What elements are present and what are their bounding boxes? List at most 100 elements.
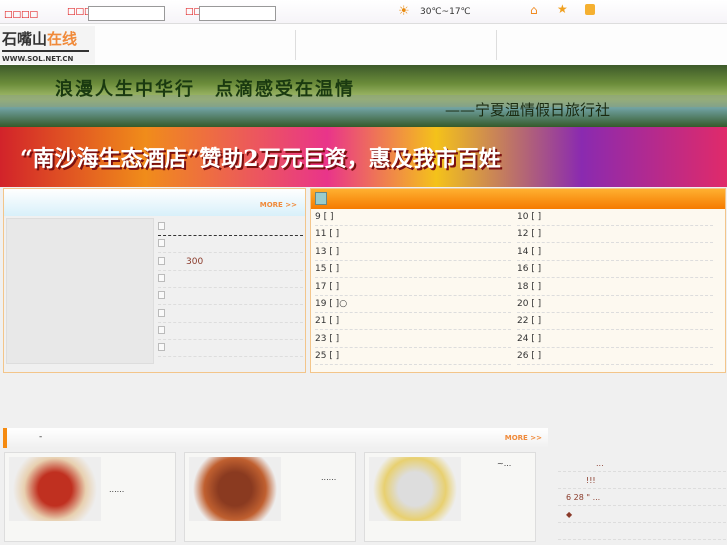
food-image[interactable] bbox=[9, 457, 101, 521]
item-text: 6 28 " ... bbox=[566, 493, 601, 502]
bullet-icon bbox=[158, 256, 165, 265]
side-list-item[interactable]: !!! bbox=[558, 472, 726, 489]
travel-banner[interactable]: 浪漫人生中华行 点滴感受在温情 ——宁夏温情假日旅行社 bbox=[0, 65, 727, 127]
food-card[interactable]: ...... bbox=[4, 452, 176, 542]
list-item[interactable] bbox=[158, 236, 303, 254]
item-text: 18 [ ] bbox=[517, 281, 542, 292]
search-input-2[interactable] bbox=[199, 6, 276, 21]
food-card[interactable]: ...... bbox=[184, 452, 356, 542]
bullet-icon bbox=[158, 291, 165, 300]
panel-header bbox=[311, 189, 725, 209]
home-icon[interactable]: ⌂ bbox=[530, 3, 538, 17]
bullet-icon bbox=[158, 239, 165, 248]
item-text: ◆ bbox=[566, 510, 573, 519]
notepad-icon bbox=[315, 192, 327, 205]
item-text: 15 [ ] bbox=[315, 264, 340, 275]
item-text: 22 [ ] bbox=[517, 316, 542, 327]
list-item[interactable]: 26 [ ] bbox=[517, 348, 713, 366]
logo-name-accent: 在线 bbox=[47, 30, 78, 48]
logo-name: 石嘴山 bbox=[2, 30, 48, 48]
list-item[interactable] bbox=[158, 271, 303, 288]
food-caption: ...... bbox=[109, 485, 125, 494]
list-item[interactable]: 15 [ ] bbox=[315, 261, 511, 279]
food-card[interactable]: ~... bbox=[364, 452, 536, 542]
panel-header: MORE >> bbox=[4, 189, 305, 216]
list-item[interactable]: 23 [ ] bbox=[315, 331, 511, 348]
logo-bar: 石嘴山在线 WWW.SOL.NET.CN bbox=[0, 24, 727, 65]
site-logo[interactable]: 石嘴山在线 WWW.SOL.NET.CN bbox=[0, 26, 95, 64]
list-item[interactable]: 18 [ ] bbox=[517, 279, 713, 296]
banner-subline: ——宁夏温情假日旅行社 bbox=[445, 101, 611, 119]
list-item[interactable]: 14 [ ] bbox=[517, 244, 713, 261]
list-item[interactable]: 24 [ ] bbox=[517, 331, 713, 348]
section-title: - bbox=[39, 432, 43, 442]
list-item[interactable]: 21 [ ] bbox=[315, 313, 511, 331]
image-placeholder bbox=[6, 218, 154, 364]
item-text: 13 [ ] bbox=[315, 246, 340, 257]
bullet-icon bbox=[158, 222, 165, 230]
weather-text: 30℃~17℃ bbox=[420, 7, 471, 17]
right-news-panel: 9 [ ] 10 [ ] 11 [ ] 12 [ ] 13 [ ] 14 [ ] 15 [ … bbox=[310, 188, 726, 373]
list-item[interactable]: 16 [ ] bbox=[517, 261, 713, 279]
list-item[interactable]: 13 [ ] bbox=[315, 244, 511, 261]
list-item[interactable] bbox=[158, 323, 303, 340]
item-text: 25 [ ] bbox=[315, 351, 340, 362]
item-text: 23 [ ] bbox=[315, 333, 340, 344]
list-item[interactable]: 22 [ ] bbox=[517, 313, 713, 331]
bullet-icon bbox=[158, 308, 165, 317]
bullet-icon bbox=[158, 325, 165, 334]
bullet-icon bbox=[158, 343, 165, 352]
item-text: 20 [ ] bbox=[517, 299, 542, 309]
list-item[interactable]: 9 [ ] bbox=[315, 209, 511, 226]
item-text: 17 [ ] bbox=[315, 281, 340, 292]
list-item[interactable] bbox=[158, 219, 303, 236]
star-icon[interactable]: ★ bbox=[557, 2, 568, 16]
left-news-panel: MORE >> 300 bbox=[3, 188, 306, 373]
top-link[interactable]: □□□□ bbox=[4, 10, 38, 20]
hotel-banner[interactable]: “南沙海生态酒店”赞助2万元巨资，惠及我市百姓 bbox=[0, 127, 727, 187]
divider bbox=[496, 30, 497, 60]
item-text: 10 [ ] bbox=[517, 212, 542, 222]
logo-url: WWW.SOL.NET.CN bbox=[2, 50, 89, 63]
exit-icon[interactable] bbox=[585, 4, 595, 15]
list-item[interactable]: 20 [ ] bbox=[517, 296, 713, 313]
bullet-icon bbox=[158, 273, 165, 282]
side-list-item[interactable]: ◆ bbox=[558, 506, 726, 523]
top-bar: □□□□ □□□ □□ ☀ 30℃~17℃ ⌂ ★ bbox=[0, 0, 727, 24]
list-item[interactable]: 12 [ ] bbox=[517, 226, 713, 244]
list-item[interactable] bbox=[158, 306, 303, 323]
food-image[interactable] bbox=[189, 457, 281, 521]
list-item[interactable]: 19 [ ]○ bbox=[315, 296, 511, 313]
item-text: !!! bbox=[586, 476, 596, 485]
item-text: 19 [ ]○ bbox=[315, 299, 348, 309]
item-text: 9 [ ] bbox=[315, 212, 334, 222]
food-caption: ~... bbox=[497, 459, 512, 468]
side-list-item[interactable] bbox=[558, 523, 726, 540]
list-item[interactable]: 25 [ ] bbox=[315, 348, 511, 366]
side-list-item[interactable]: 6 28 " ... bbox=[558, 489, 726, 506]
item-text: 26 [ ] bbox=[517, 351, 542, 362]
more-link[interactable]: MORE >> bbox=[505, 434, 542, 442]
divider bbox=[295, 30, 296, 60]
item-text: 24 [ ] bbox=[517, 333, 542, 344]
food-caption: ...... bbox=[321, 473, 337, 482]
sun-icon: ☀ bbox=[398, 4, 410, 19]
list-item[interactable]: 11 [ ] bbox=[315, 226, 511, 244]
side-list-item[interactable]: ... bbox=[558, 455, 726, 472]
item-text: 12 [ ] bbox=[517, 229, 542, 240]
item-text: 16 [ ] bbox=[517, 264, 542, 275]
item-text: ... bbox=[596, 459, 604, 468]
item-text: 11 [ ] bbox=[315, 229, 340, 240]
food-image[interactable] bbox=[369, 457, 461, 521]
item-text: 300 bbox=[186, 256, 204, 267]
food-section-header: - MORE >> bbox=[3, 428, 548, 448]
list-item[interactable] bbox=[158, 340, 303, 358]
banner-headline: “南沙海生态酒店”赞助2万元巨资，惠及我市百姓 bbox=[20, 146, 501, 172]
list-item[interactable]: 17 [ ] bbox=[315, 279, 511, 296]
more-link[interactable]: MORE >> bbox=[260, 201, 297, 209]
list-item[interactable]: 300 bbox=[158, 254, 303, 271]
list-item[interactable] bbox=[158, 288, 303, 306]
item-text: 21 [ ] bbox=[315, 316, 340, 327]
search-input[interactable] bbox=[88, 6, 165, 21]
list-item[interactable]: 10 [ ] bbox=[517, 209, 713, 226]
